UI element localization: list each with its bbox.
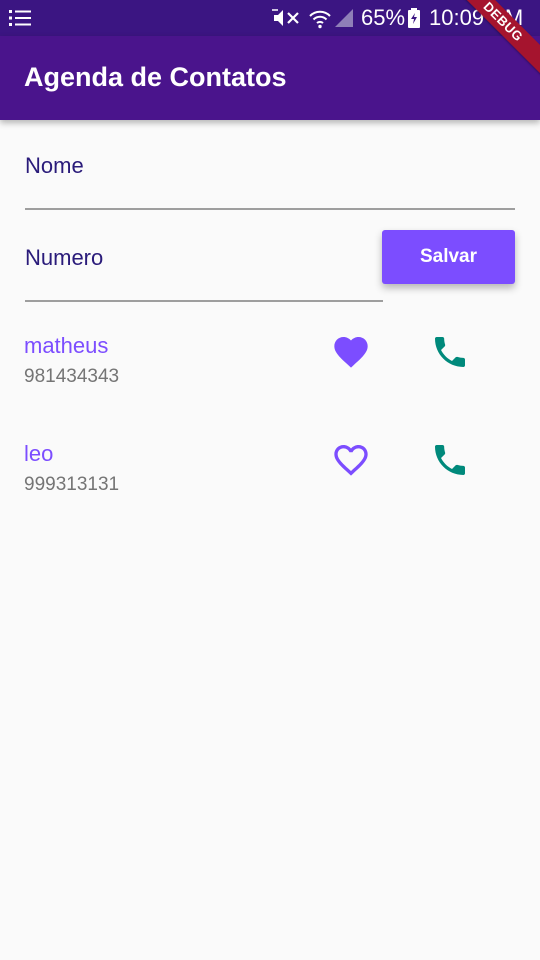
heart-filled-icon — [334, 337, 368, 368]
contact-name: leo — [24, 441, 54, 466]
favorite-button[interactable] — [331, 332, 371, 372]
favorite-button[interactable] — [331, 440, 371, 480]
save-button[interactable]: Salvar — [382, 230, 515, 284]
page-title: Agenda de Contatos — [24, 62, 287, 92]
number-field-underline — [25, 300, 383, 302]
number-field[interactable]: Numero — [25, 244, 383, 304]
number-field-label: Numero — [25, 245, 104, 270]
mute-icon — [272, 9, 299, 26]
list-item[interactable]: matheus 981434343 — [0, 332, 540, 432]
app-screen: 65% 10:09 PM DEBUG Agenda de Contatos No… — [0, 0, 540, 960]
heart-outline-icon — [334, 445, 368, 476]
list-item[interactable]: leo 999313131 — [0, 440, 540, 540]
phone-icon — [435, 337, 465, 367]
contact-phone: 999313131 — [24, 474, 120, 495]
wifi-icon — [309, 10, 331, 29]
name-field-label: Nome — [25, 153, 84, 178]
battery-charging-icon — [408, 8, 420, 28]
app-bar: Agenda de Contatos — [0, 36, 540, 120]
battery-percentage: 65% — [361, 5, 406, 30]
contact-name: matheus — [24, 333, 109, 358]
signal-icon — [335, 9, 353, 27]
contact-phone: 981434343 — [24, 366, 120, 387]
phone-icon — [435, 445, 465, 475]
call-button[interactable] — [430, 440, 470, 480]
name-field-underline — [25, 208, 515, 210]
menu-icon — [9, 10, 31, 26]
call-button[interactable] — [430, 332, 470, 372]
status-bar: 65% 10:09 PM — [0, 0, 540, 36]
name-field[interactable]: Nome — [25, 152, 515, 212]
